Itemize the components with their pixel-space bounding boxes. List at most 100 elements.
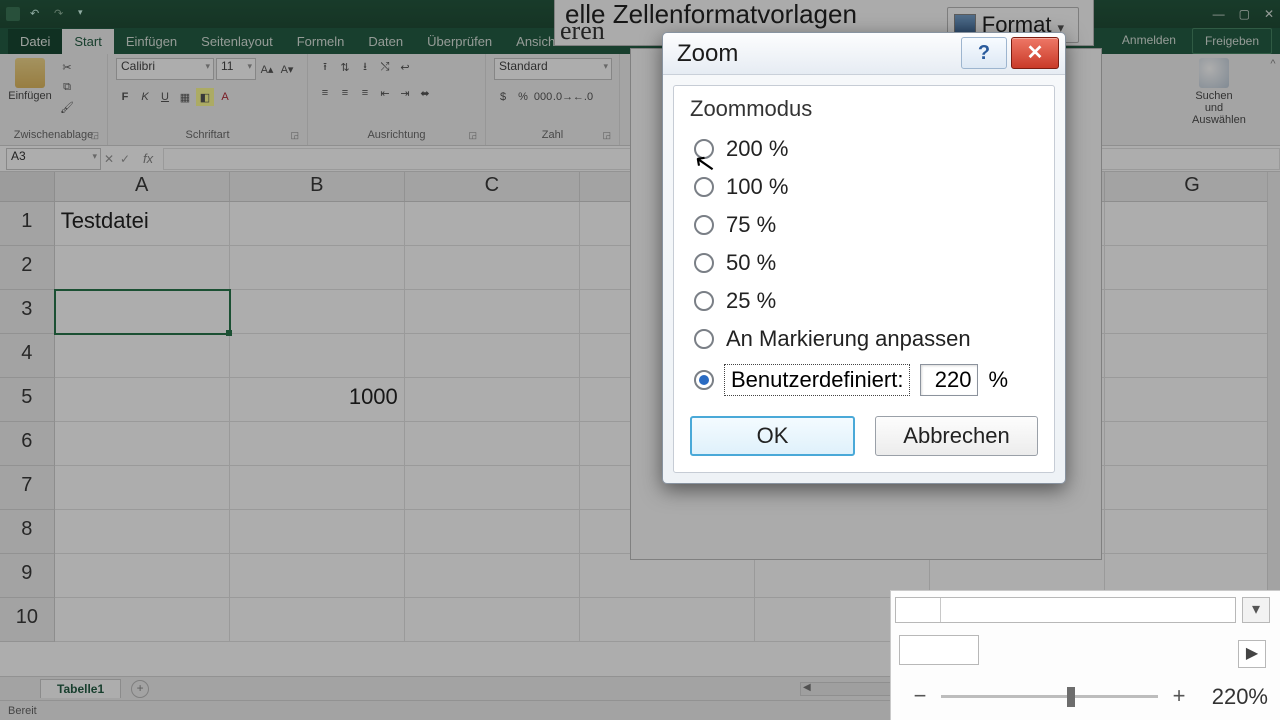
format-painter-icon[interactable]: 🖌: [58, 98, 76, 116]
row-header[interactable]: 2: [0, 246, 55, 290]
cell[interactable]: [405, 378, 580, 422]
clipboard-launcher-icon[interactable]: ◲: [90, 130, 99, 141]
cell[interactable]: [230, 422, 405, 466]
cell[interactable]: [230, 466, 405, 510]
cell[interactable]: [55, 246, 230, 290]
dialog-title-bar[interactable]: Zoom ? ✕: [663, 33, 1065, 75]
redo-icon[interactable]: ↷: [54, 7, 68, 21]
row-header[interactable]: 8: [0, 510, 55, 554]
cell[interactable]: [55, 422, 230, 466]
custom-label[interactable]: Benutzerdefiniert:: [724, 364, 910, 396]
zoom-option-fit[interactable]: An Markierung anpassen: [690, 320, 1038, 358]
cell[interactable]: [405, 510, 580, 554]
add-sheet-button[interactable]: +: [131, 680, 149, 698]
shrink-font-icon[interactable]: A▾: [278, 60, 296, 78]
cell[interactable]: Testdatei: [55, 202, 230, 246]
cell[interactable]: [405, 202, 580, 246]
align-bottom-icon[interactable]: ⭳: [356, 58, 374, 76]
underline-button[interactable]: U: [156, 88, 174, 106]
zoom-option-custom[interactable]: [694, 370, 714, 390]
fill-color-icon[interactable]: ◧: [196, 88, 214, 106]
font-color-icon[interactable]: A: [216, 88, 234, 106]
cell[interactable]: [55, 510, 230, 554]
zoom-option-75[interactable]: 75 %: [690, 206, 1038, 244]
tab-seitenlayout[interactable]: Seitenlayout: [189, 29, 285, 54]
col-header[interactable]: B: [230, 172, 405, 201]
paste-button[interactable]: Einfügen: [8, 58, 52, 102]
zoom-option-200[interactable]: 200 %: [690, 130, 1038, 168]
zoom-in-icon[interactable]: +: [1168, 683, 1190, 709]
zoom-out-icon[interactable]: −: [909, 683, 931, 709]
name-box[interactable]: A3: [6, 148, 101, 170]
cell[interactable]: [1105, 202, 1280, 246]
undo-icon[interactable]: ↶: [30, 7, 44, 21]
tab-formeln[interactable]: Formeln: [285, 29, 357, 54]
align-top-icon[interactable]: ⭱: [316, 58, 334, 76]
cell[interactable]: [405, 246, 580, 290]
align-left-icon[interactable]: ≡: [316, 84, 334, 102]
cell[interactable]: [1105, 290, 1280, 334]
cell[interactable]: [230, 334, 405, 378]
cell[interactable]: [55, 598, 230, 642]
percent-icon[interactable]: %: [514, 88, 532, 106]
row-header[interactable]: 10: [0, 598, 55, 642]
number-launcher-icon[interactable]: ◲: [602, 130, 611, 141]
collapse-ribbon-icon[interactable]: ^: [1266, 54, 1280, 145]
sheet-tab-1[interactable]: Tabelle1: [40, 679, 121, 698]
cell[interactable]: [55, 554, 230, 598]
cell[interactable]: [580, 598, 755, 642]
cancel-button[interactable]: Abbrechen: [875, 416, 1038, 456]
zoom-option-100[interactable]: 100 %: [690, 168, 1038, 206]
cell[interactable]: [1105, 510, 1280, 554]
font-size-combo[interactable]: 11: [216, 58, 256, 80]
zoom-option-25[interactable]: 25 %: [690, 282, 1038, 320]
accept-formula-icon[interactable]: ✓: [117, 152, 133, 166]
font-launcher-icon[interactable]: ◲: [290, 130, 299, 141]
cell[interactable]: [1105, 422, 1280, 466]
slider-track[interactable]: [941, 695, 1158, 698]
align-launcher-icon[interactable]: ◲: [468, 130, 477, 141]
help-button[interactable]: ?: [961, 37, 1007, 69]
panel-dropdown-icon[interactable]: ▾: [1242, 597, 1270, 623]
anmelden-link[interactable]: Anmelden: [1110, 28, 1188, 54]
cell[interactable]: [405, 598, 580, 642]
zoom-slider[interactable]: − +: [909, 684, 1190, 708]
tab-daten[interactable]: Daten: [356, 29, 415, 54]
panel-input-small[interactable]: [899, 635, 979, 665]
tab-einfuegen[interactable]: Einfügen: [114, 29, 189, 54]
cell[interactable]: [230, 554, 405, 598]
align-right-icon[interactable]: ≡: [356, 84, 374, 102]
decrease-indent-icon[interactable]: ⇤: [376, 84, 394, 102]
custom-zoom-input[interactable]: [920, 364, 978, 396]
cut-icon[interactable]: ✂: [58, 58, 76, 76]
cell[interactable]: [405, 290, 580, 334]
tab-datei[interactable]: Datei: [8, 29, 62, 54]
row-header[interactable]: 7: [0, 466, 55, 510]
cell[interactable]: [405, 466, 580, 510]
increase-indent-icon[interactable]: ⇥: [396, 84, 414, 102]
panel-input-long[interactable]: [895, 597, 1236, 623]
cell[interactable]: [1105, 466, 1280, 510]
align-middle-icon[interactable]: ⇅: [336, 58, 354, 76]
grow-font-icon[interactable]: A▴: [258, 60, 276, 78]
zoom-percentage[interactable]: 220%: [1212, 684, 1268, 710]
currency-icon[interactable]: $: [494, 88, 512, 106]
cell[interactable]: [230, 290, 405, 334]
cell[interactable]: [230, 246, 405, 290]
thousands-icon[interactable]: 000: [534, 88, 552, 106]
italic-button[interactable]: K: [136, 88, 154, 106]
save-icon[interactable]: [6, 7, 20, 21]
decrease-decimal-icon[interactable]: ←.0: [574, 88, 592, 106]
cell[interactable]: [230, 510, 405, 554]
row-header[interactable]: 5: [0, 378, 55, 422]
freigeben-button[interactable]: Freigeben: [1192, 28, 1272, 54]
cell[interactable]: [55, 378, 230, 422]
find-select-button[interactable]: Suchen und Auswählen: [1192, 58, 1236, 126]
cell[interactable]: 1000: [230, 378, 405, 422]
row-header[interactable]: 3: [0, 290, 55, 334]
cell[interactable]: [1105, 334, 1280, 378]
cell[interactable]: [55, 466, 230, 510]
maximize-icon[interactable]: ▢: [1239, 7, 1250, 21]
cell[interactable]: [55, 334, 230, 378]
cell[interactable]: [405, 554, 580, 598]
